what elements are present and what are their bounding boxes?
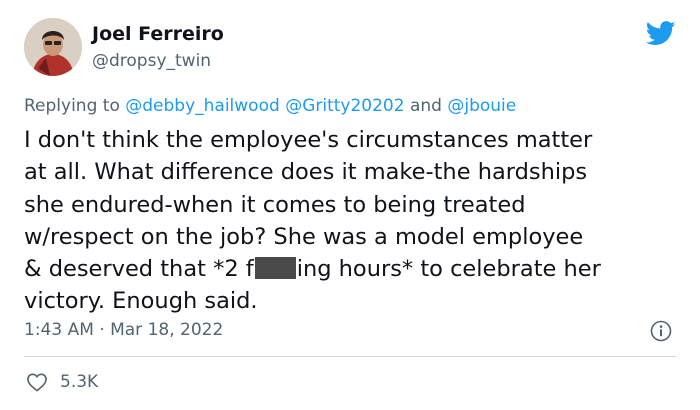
like-button[interactable]: 5.3K: [26, 372, 98, 392]
tweet-text-line: w/respect on the job? She was a model em…: [24, 223, 584, 250]
twitter-bird-icon[interactable]: [646, 21, 676, 46]
mention-link[interactable]: @debby_hailwood: [125, 96, 280, 116]
tweet-text-segment: ing hours* to celebrate her: [296, 256, 601, 283]
censor-bar: [254, 257, 296, 280]
timestamp[interactable]: 1:43 AM · Mar 18, 2022: [24, 320, 223, 340]
tweet-card: Joel Ferreiro @dropsy_twin Replying to @…: [0, 0, 700, 410]
author-handle[interactable]: @dropsy_twin: [92, 51, 211, 71]
tweet-text-line: I don't think the employee's circumstanc…: [24, 127, 593, 153]
tweet-text-line: & deserved that *2 f ing hours* to celebr…: [24, 253, 684, 285]
like-count: 5.3K: [60, 372, 99, 392]
mention-link[interactable]: @Gritty20202: [285, 96, 404, 116]
tweet-text-segment: & deserved that *2 f: [24, 256, 254, 283]
tweet-text-line: victory. Enough said.: [24, 288, 258, 315]
tweet-text-line: at all. What difference does it make-the…: [24, 159, 588, 186]
tweet-text: I don't think the employee's circumstanc…: [24, 124, 684, 318]
reply-context: Replying to @debby_hailwood @Gritty20202…: [24, 96, 516, 116]
mention-link[interactable]: @jbouie: [447, 96, 516, 116]
avatar[interactable]: [24, 18, 82, 76]
reply-joiner: and: [404, 96, 448, 116]
author-name[interactable]: Joel Ferreiro: [92, 23, 224, 45]
tweet-text-line: she endured-when it comes to being treat…: [24, 191, 526, 218]
divider: [24, 356, 676, 357]
info-icon[interactable]: [650, 320, 672, 342]
reply-prefix: Replying to: [24, 96, 126, 116]
heart-icon[interactable]: [26, 372, 48, 392]
